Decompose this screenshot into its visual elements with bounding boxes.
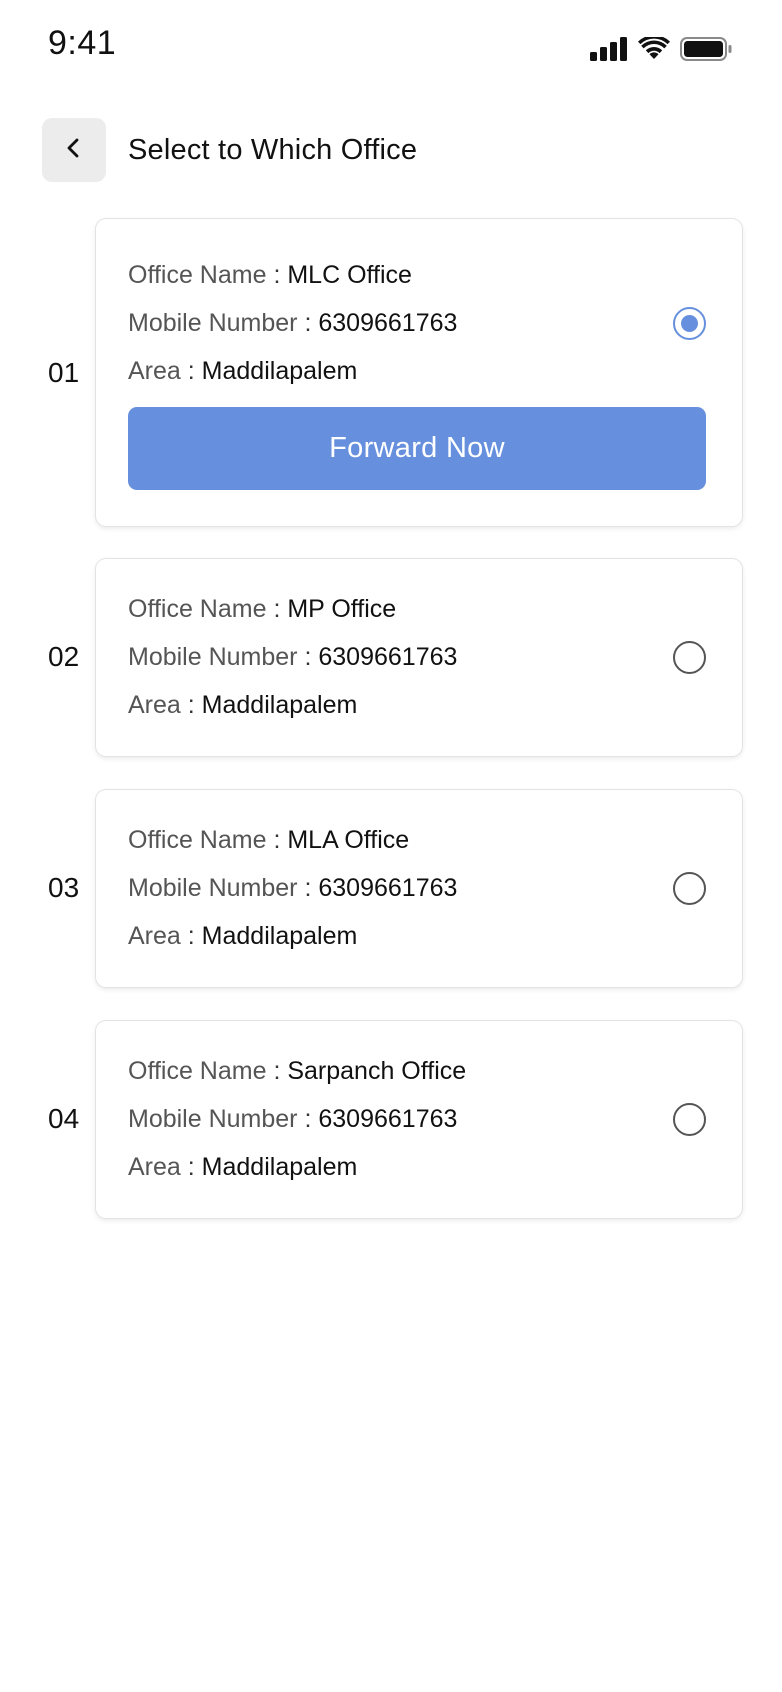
office-name-value: MLC Office [287, 261, 412, 289]
area-line: Area : Maddilapalem [128, 357, 357, 386]
area-line: Area : Maddilapalem [128, 1153, 357, 1182]
mobile-number-line: Mobile Number : 6309661763 [128, 874, 457, 903]
status-bar: 9:41 [0, 0, 782, 90]
area-line: Area : Maddilapalem [128, 922, 357, 951]
area-value: Maddilapalem [201, 357, 358, 385]
mobile-number-value: 6309661763 [318, 1105, 458, 1133]
separator: : [273, 1057, 288, 1085]
office-name-line: Office Name : Sarpanch Office [128, 1057, 466, 1086]
mobile-number-value: 6309661763 [318, 309, 458, 337]
header: Select to Which Office [42, 118, 417, 182]
battery-icon [680, 37, 732, 61]
mobile-number-label: Mobile Number [128, 874, 298, 902]
office-name-label: Office Name [128, 1057, 267, 1085]
separator: : [187, 691, 202, 719]
status-icons [590, 34, 732, 64]
area-label: Area [128, 922, 181, 950]
separator: : [273, 595, 288, 623]
office-radio-selected[interactable] [673, 307, 706, 340]
office-name-line: Office Name : MP Office [128, 595, 396, 624]
wifi-icon [638, 37, 670, 61]
back-button[interactable] [42, 118, 106, 182]
office-name-label: Office Name [128, 261, 267, 289]
office-radio[interactable] [673, 872, 706, 905]
area-value: Maddilapalem [201, 691, 358, 719]
office-card-mlc[interactable]: Office Name : MLC Office Mobile Number :… [96, 219, 742, 526]
area-value: Maddilapalem [201, 1153, 358, 1181]
office-name-value: MLA Office [287, 826, 410, 854]
office-name-label: Office Name [128, 826, 267, 854]
mobile-number-line: Mobile Number : 6309661763 [128, 309, 457, 338]
separator: : [273, 261, 288, 289]
office-name-label: Office Name [128, 595, 267, 623]
mobile-number-label: Mobile Number [128, 309, 298, 337]
forward-now-button[interactable]: Forward Now [128, 407, 706, 490]
separator: : [304, 643, 319, 671]
screen: 9:41 Select to Which Office 01 Office Na… [0, 0, 782, 1692]
mobile-number-value: 6309661763 [318, 643, 458, 671]
office-card-sarpanch[interactable]: Office Name : Sarpanch Office Mobile Num… [96, 1021, 742, 1218]
area-label: Area [128, 357, 181, 385]
office-card-mla[interactable]: Office Name : MLA Office Mobile Number :… [96, 790, 742, 987]
office-index: 03 [48, 872, 80, 903]
separator: : [187, 922, 202, 950]
separator: : [187, 357, 202, 385]
office-name-value: MP Office [287, 595, 397, 623]
separator: : [304, 1105, 319, 1133]
separator: : [304, 874, 319, 902]
mobile-number-line: Mobile Number : 6309661763 [128, 1105, 457, 1134]
area-label: Area [128, 1153, 181, 1181]
office-index: 02 [48, 641, 80, 672]
office-card-mp[interactable]: Office Name : MP Office Mobile Number : … [96, 559, 742, 756]
office-name-value: Sarpanch Office [287, 1057, 467, 1085]
office-radio[interactable] [673, 1103, 706, 1136]
area-line: Area : Maddilapalem [128, 691, 357, 720]
office-index: 01 [48, 357, 80, 388]
chevron-left-icon [64, 136, 84, 165]
cellular-signal-icon [590, 37, 628, 61]
area-value: Maddilapalem [201, 922, 358, 950]
separator: : [304, 309, 319, 337]
office-radio[interactable] [673, 641, 706, 674]
office-index: 04 [48, 1103, 80, 1134]
mobile-number-label: Mobile Number [128, 643, 298, 671]
mobile-number-line: Mobile Number : 6309661763 [128, 643, 457, 672]
mobile-number-label: Mobile Number [128, 1105, 298, 1133]
area-label: Area [128, 691, 181, 719]
status-time: 9:41 [48, 24, 117, 62]
separator: : [273, 826, 288, 854]
mobile-number-value: 6309661763 [318, 874, 458, 902]
office-name-line: Office Name : MLC Office [128, 261, 412, 290]
office-name-line: Office Name : MLA Office [128, 826, 409, 855]
page-title: Select to Which Office [128, 133, 418, 166]
separator: : [187, 1153, 202, 1181]
